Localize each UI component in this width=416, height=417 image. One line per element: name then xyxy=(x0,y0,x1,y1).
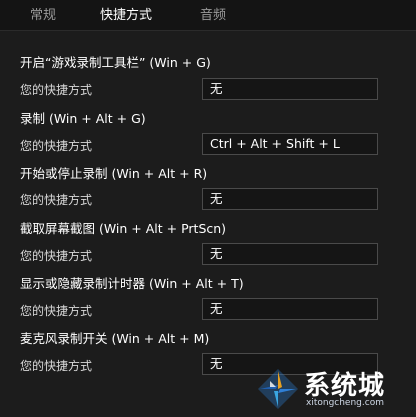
watermark-logo-icon xyxy=(258,369,298,409)
shortcut-input-timer[interactable]: 无 xyxy=(202,298,378,320)
shortcut-title-start-stop: 开始或停止录制 (Win + Alt + R) xyxy=(20,166,208,181)
watermark-url: xitongcheng.com xyxy=(306,398,384,408)
shortcut-input-open-toolbar[interactable]: 无 xyxy=(202,78,378,100)
shortcut-title-timer: 显示或隐藏录制计时器 (Win + Alt + T) xyxy=(20,276,244,291)
tab-general[interactable]: 常规 xyxy=(30,4,56,23)
shortcut-title-screenshot: 截取屏幕截图 (Win + Alt + PrtScn) xyxy=(20,221,227,236)
settings-panel: 常规 快捷方式 音频 开启“游戏录制工具栏” (Win + G) 您的快捷方式 … xyxy=(0,0,416,417)
watermark-text: 系统城 xyxy=(304,371,386,401)
shortcut-input-screenshot[interactable]: 无 xyxy=(202,243,378,265)
shortcut-title-record: 录制 (Win + Alt + G) xyxy=(20,111,146,126)
tab-bar: 常规 快捷方式 音频 xyxy=(0,0,416,31)
tab-audio[interactable]: 音频 xyxy=(200,4,226,23)
shortcut-row-label: 您的快捷方式 xyxy=(20,139,93,153)
watermark: 系统城 xitongcheng.com xyxy=(256,365,412,415)
shortcut-row-label: 您的快捷方式 xyxy=(20,249,93,263)
shortcut-title-open-toolbar: 开启“游戏录制工具栏” (Win + G) xyxy=(20,55,211,70)
tab-shortcuts[interactable]: 快捷方式 xyxy=(100,4,152,23)
shortcut-input-start-stop[interactable]: 无 xyxy=(202,188,378,210)
shortcut-title-microphone: 麦克风录制开关 (Win + Alt + M) xyxy=(20,331,210,346)
shortcut-input-record[interactable]: Ctrl + Alt + Shift + L xyxy=(202,133,378,155)
shortcut-row-label: 您的快捷方式 xyxy=(20,359,93,373)
shortcut-row-label: 您的快捷方式 xyxy=(20,83,93,97)
shortcut-row-label: 您的快捷方式 xyxy=(20,193,93,207)
shortcut-row-label: 您的快捷方式 xyxy=(20,304,93,318)
